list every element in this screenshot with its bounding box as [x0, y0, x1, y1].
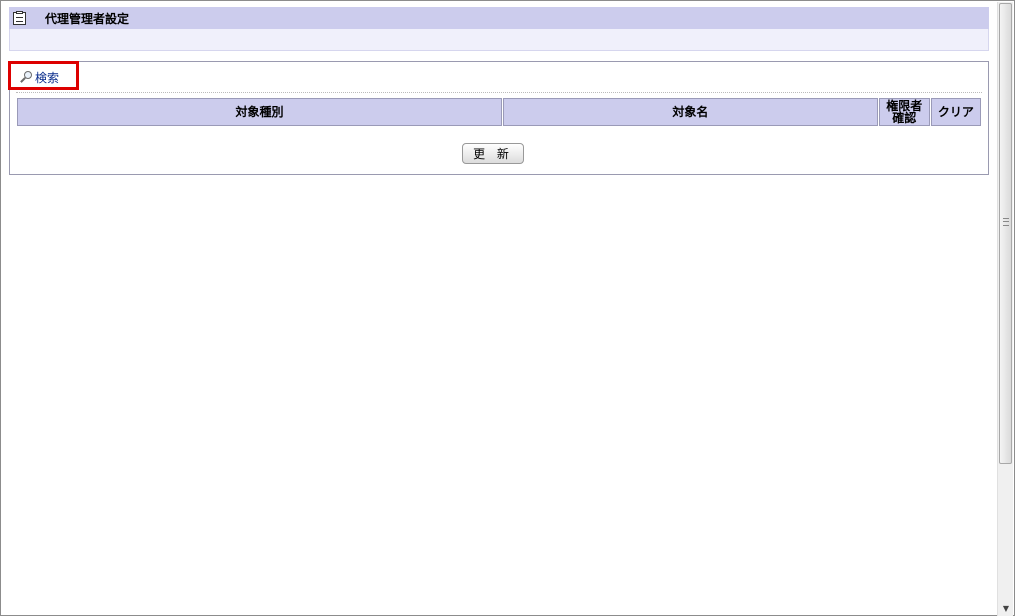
magnifier-icon	[18, 70, 33, 85]
page-title-bar: 代理管理者設定	[9, 7, 989, 29]
search-link-label: 検索	[35, 70, 60, 85]
column-header-clear: クリア	[930, 98, 981, 126]
update-button[interactable]: 更 新	[462, 143, 524, 164]
vertical-scrollbar[interactable]: ▼	[997, 2, 1013, 616]
scroll-thumb[interactable]	[999, 3, 1012, 464]
clipboard-icon	[13, 10, 26, 25]
title-subbar	[9, 29, 989, 51]
window-frame: 代理管理者設定 検索 対象種別 対象名 権限者 確認 クリア 更 新 ▼	[0, 0, 1015, 616]
page-title: 代理管理者設定	[45, 11, 130, 26]
column-header-authority-check-line2: 確認	[892, 111, 917, 125]
column-header-target-type: 対象種別	[17, 98, 502, 126]
target-table: 対象種別 対象名 権限者 確認 クリア	[16, 97, 982, 127]
search-panel: 検索 対象種別 対象名 権限者 確認 クリア 更 新	[8, 61, 989, 175]
table-header-row: 対象種別 対象名 権限者 確認 クリア	[17, 98, 981, 126]
grip-icon	[1003, 218, 1009, 226]
column-header-authority-check: 権限者 確認	[878, 98, 930, 126]
divider	[16, 92, 982, 93]
column-header-target-name: 対象名	[503, 98, 878, 126]
scroll-down-arrow-icon[interactable]: ▼	[998, 600, 1014, 616]
search-link[interactable]: 検索	[18, 67, 59, 87]
